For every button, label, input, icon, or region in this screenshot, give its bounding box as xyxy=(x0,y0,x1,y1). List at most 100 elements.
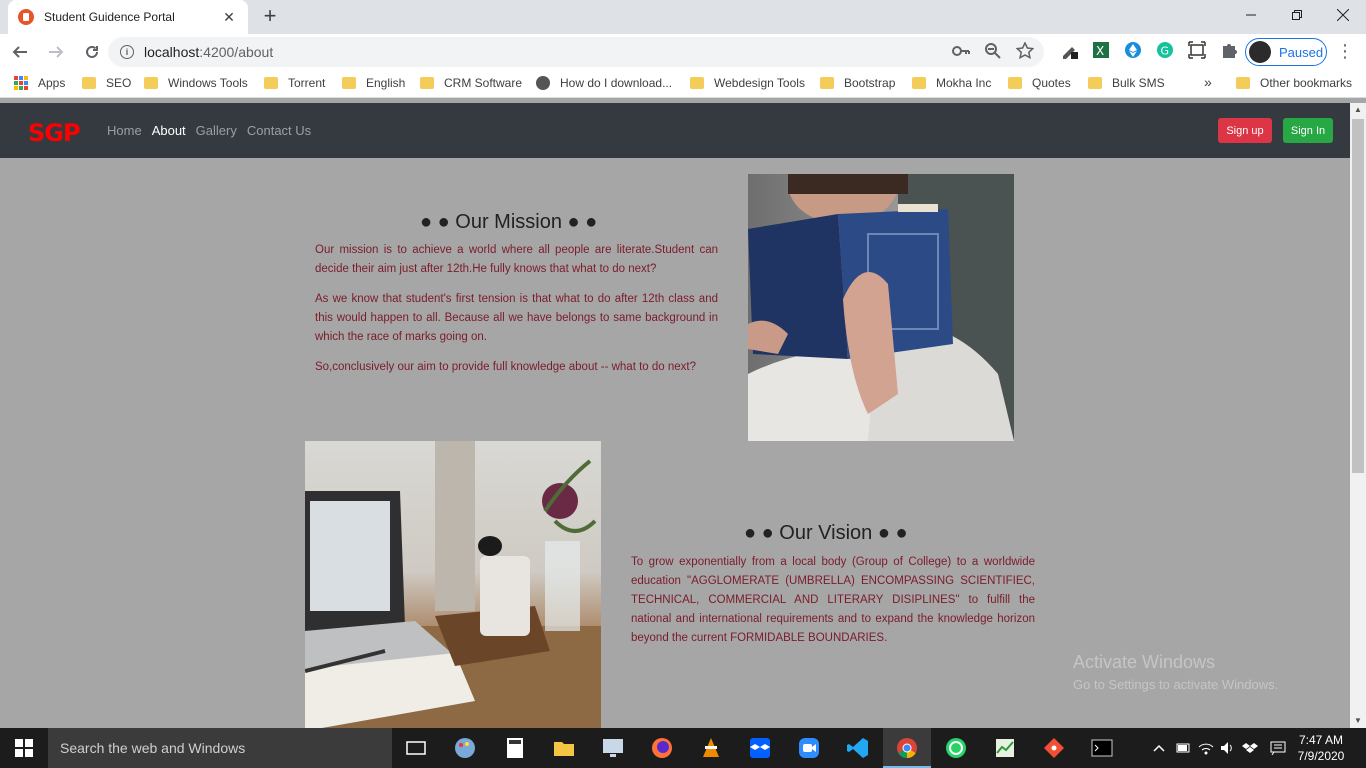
bookmark-how-do-i-download[interactable]: How do I download... xyxy=(536,76,672,90)
folder-icon xyxy=(264,77,278,89)
tab-title: Student Guidence Portal xyxy=(44,10,175,24)
restore-button[interactable] xyxy=(1274,0,1320,30)
browser-menu-icon[interactable]: ⋮ xyxy=(1336,42,1354,60)
eth-extension-icon[interactable] xyxy=(1122,39,1144,61)
reload-button[interactable] xyxy=(76,36,108,68)
key-icon[interactable] xyxy=(952,42,970,60)
zoom-app-icon[interactable] xyxy=(797,736,821,760)
bookmark-label: Torrent xyxy=(288,76,326,90)
file-explorer-icon[interactable] xyxy=(552,736,576,760)
chevron-up-icon[interactable] xyxy=(1152,741,1166,755)
more-bookmarks-icon[interactable]: » xyxy=(1204,74,1212,90)
bookmark-windows-tools[interactable]: Windows Tools xyxy=(144,76,248,90)
bookmark-label: SEO xyxy=(106,76,132,90)
new-tab-button[interactable]: + xyxy=(258,4,282,28)
bookmark-label: Bulk SMS xyxy=(1112,76,1165,90)
task-manager-icon[interactable] xyxy=(993,736,1017,760)
excel-extension-icon[interactable]: X xyxy=(1090,39,1112,61)
close-icon xyxy=(1337,9,1349,21)
bookmark-torrent[interactable]: Torrent xyxy=(264,76,325,90)
folder-icon xyxy=(1008,77,1022,89)
taskbar-search[interactable]: Search the web and Windows xyxy=(48,728,392,768)
paint-icon[interactable] xyxy=(453,736,477,760)
firefox-icon[interactable] xyxy=(650,736,674,760)
profile-status: Paused xyxy=(1279,44,1324,60)
apps-grid-icon xyxy=(14,76,28,90)
close-window-button[interactable] xyxy=(1320,0,1366,30)
dropbox-tray-icon[interactable] xyxy=(1242,741,1258,755)
chrome-icon[interactable] xyxy=(895,736,919,760)
folder-icon xyxy=(144,77,158,89)
url-text: localhost:4200/about xyxy=(144,44,273,60)
sign-in-button[interactable]: Sign In xyxy=(1283,118,1333,143)
bookmark-label: Apps xyxy=(38,76,66,90)
url-path: :4200/about xyxy=(199,44,274,60)
bookmark-label: Other bookmarks xyxy=(1260,76,1353,90)
notifications-icon[interactable] xyxy=(1270,741,1286,755)
nav-contact-us[interactable]: Contact Us xyxy=(247,123,311,138)
vscode-icon[interactable] xyxy=(846,736,870,760)
bookmark-crm-software[interactable]: CRM Software xyxy=(420,76,522,90)
laptop-coffee-desk-image xyxy=(305,441,601,728)
bookmark-english[interactable]: English xyxy=(342,76,405,90)
bookmark-quotes[interactable]: Quotes xyxy=(1008,76,1071,90)
star-icon[interactable] xyxy=(1016,42,1034,60)
nav-gallery[interactable]: Gallery xyxy=(196,123,237,138)
site-info-icon[interactable]: i xyxy=(120,45,134,59)
grammarly-extension-icon[interactable]: G xyxy=(1154,39,1176,61)
tab-close-icon[interactable]: ✕ xyxy=(220,9,238,26)
page-scrollbar[interactable]: ▲ ▼ xyxy=(1350,103,1366,728)
scroll-thumb[interactable] xyxy=(1352,119,1364,473)
desk-illustration xyxy=(305,441,601,728)
profile-button[interactable]: Paused xyxy=(1245,38,1327,66)
windows-logo-icon xyxy=(15,739,33,757)
battery-icon[interactable] xyxy=(1176,741,1192,755)
reading-illustration xyxy=(748,174,1014,441)
start-button[interactable] xyxy=(0,728,48,768)
volume-icon[interactable] xyxy=(1220,741,1236,755)
remote-desktop-icon[interactable] xyxy=(601,736,625,760)
restore-icon xyxy=(1292,10,1302,20)
minimize-icon xyxy=(1246,14,1256,16)
bookmark-webdesign-tools[interactable]: Webdesign Tools xyxy=(690,76,805,90)
terminal-icon[interactable] xyxy=(1090,736,1114,760)
bookmark-apps[interactable]: Apps xyxy=(14,76,65,90)
minimize-button[interactable] xyxy=(1228,0,1274,30)
bookmark-label: Quotes xyxy=(1032,76,1071,90)
bookmark-label: Windows Tools xyxy=(168,76,248,90)
scroll-up-arrow-icon[interactable]: ▲ xyxy=(1350,103,1366,117)
site-navbar: SGP Home About Gallery Contact Us Sign u… xyxy=(0,103,1350,158)
screenshot-extension-icon[interactable] xyxy=(1186,39,1208,61)
taskbar-clock[interactable]: 7:47 AM 7/9/2020 xyxy=(1296,732,1346,764)
bookmarks-bar: Apps SEO Windows Tools Torrent English C… xyxy=(0,70,1366,98)
bookmark-label: English xyxy=(366,76,406,90)
calculator-icon[interactable] xyxy=(503,736,527,760)
puzzle-extensions-icon[interactable] xyxy=(1218,39,1240,61)
browser-tab[interactable]: Student Guidence Portal ✕ xyxy=(8,0,248,34)
bookmark-bulk-sms[interactable]: Bulk SMS xyxy=(1088,76,1165,90)
nav-home[interactable]: Home xyxy=(107,123,142,138)
scroll-down-arrow-icon[interactable]: ▼ xyxy=(1350,714,1366,728)
bookmark-other[interactable]: Other bookmarks xyxy=(1236,76,1352,90)
task-view-icon[interactable] xyxy=(404,736,428,760)
vision-heading: ● ● Our Vision ● ● xyxy=(744,522,908,544)
bookmark-seo[interactable]: SEO xyxy=(82,76,131,90)
wifi-icon[interactable] xyxy=(1198,741,1214,755)
folder-icon xyxy=(1236,77,1250,89)
git-icon[interactable] xyxy=(1042,736,1066,760)
brand-logo[interactable]: SGP xyxy=(28,119,81,147)
dropbox-icon[interactable] xyxy=(748,736,772,760)
forward-button[interactable] xyxy=(40,36,72,68)
mission-paragraph: So,conclusively our aim to provide full … xyxy=(315,361,696,373)
site-favicon-icon xyxy=(18,9,34,25)
address-bar[interactable]: i localhost:4200/about xyxy=(108,37,1044,67)
zoom-icon[interactable] xyxy=(984,42,1002,60)
bookmark-bootstrap[interactable]: Bootstrap xyxy=(820,76,895,90)
back-button[interactable] xyxy=(4,36,36,68)
vlc-icon[interactable] xyxy=(699,736,723,760)
sign-up-button[interactable]: Sign up xyxy=(1218,118,1272,143)
nav-about[interactable]: About xyxy=(152,123,186,138)
bookmark-mokha-inc[interactable]: Mokha Inc xyxy=(912,76,991,90)
color-picker-extension-icon[interactable] xyxy=(1058,39,1080,61)
whatsapp-icon[interactable] xyxy=(944,736,968,760)
